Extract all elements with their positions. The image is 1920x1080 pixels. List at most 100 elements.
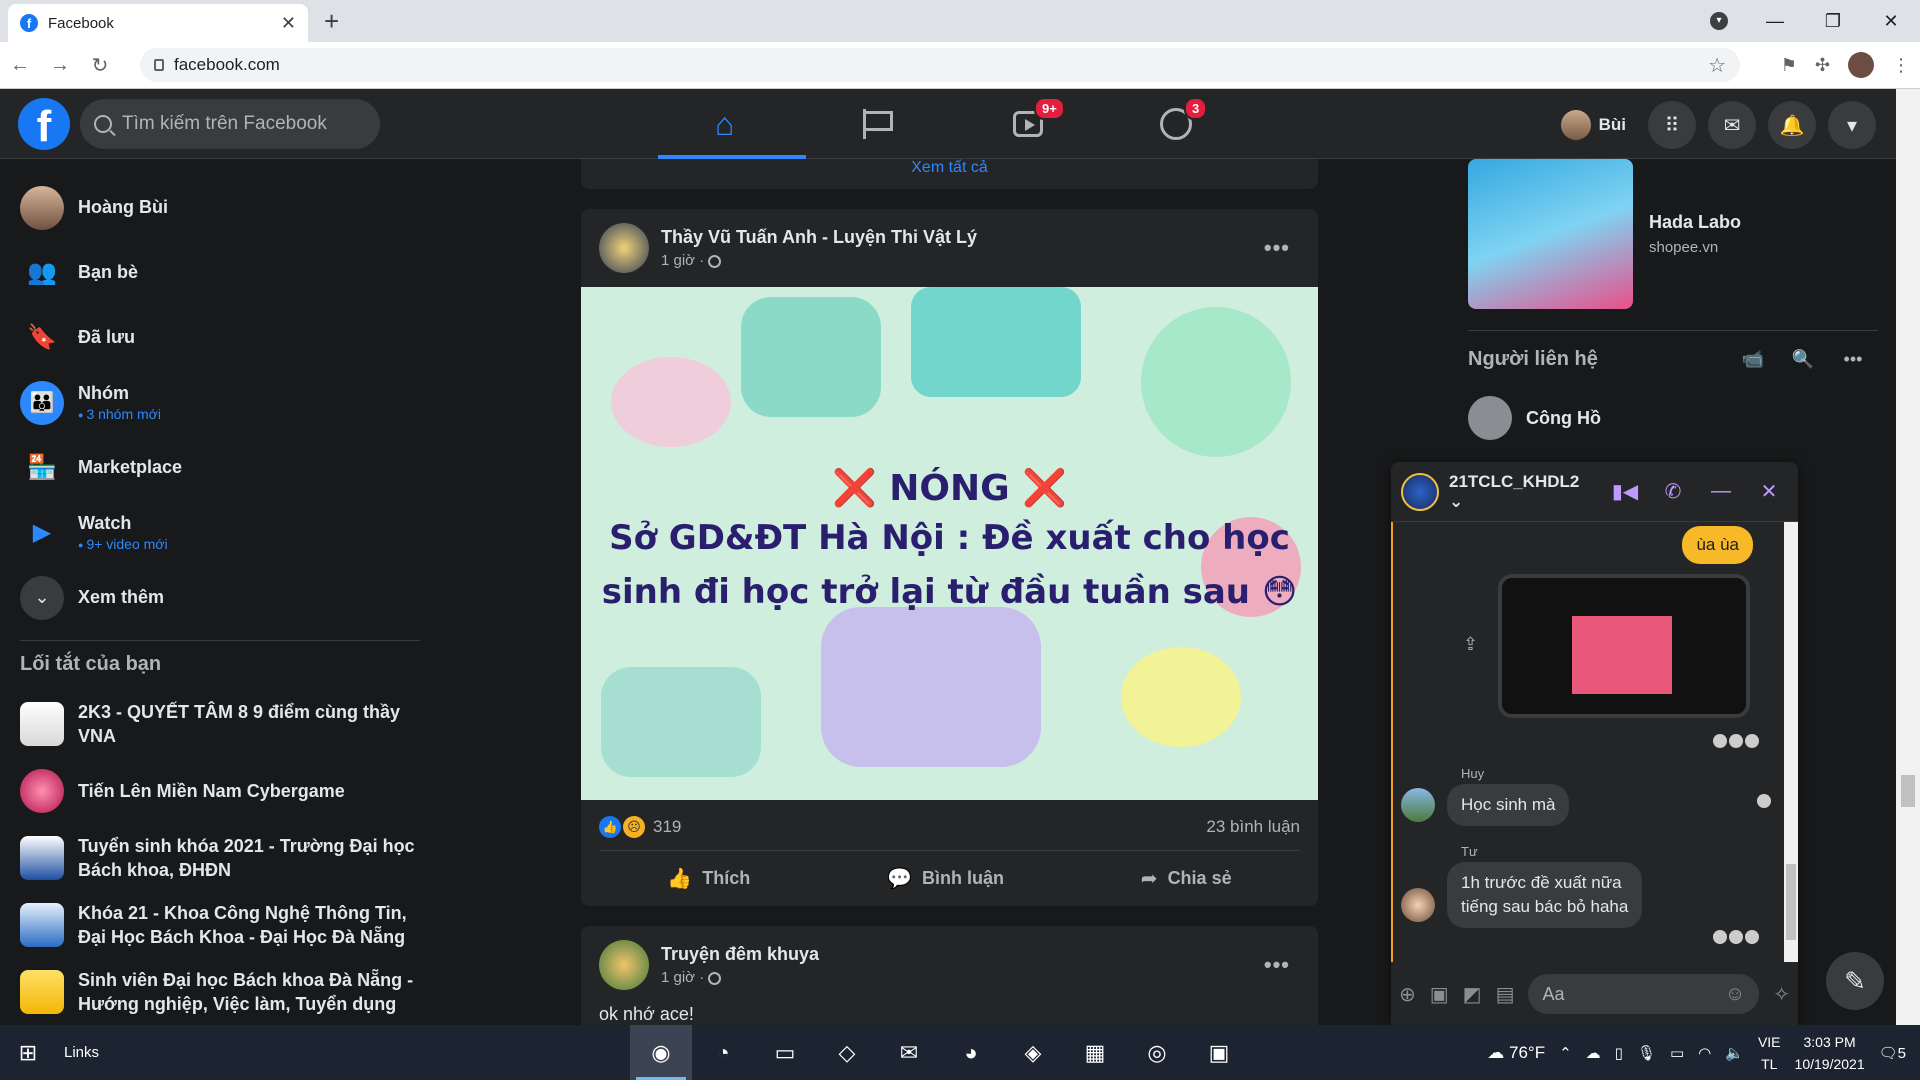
close-window-icon[interactable]: ✕ [1862,11,1920,32]
photo-icon[interactable]: ▣ [1430,982,1449,1007]
shortcut-item[interactable]: Sinh viên Đại học Bách khoa Đà Nẵng - Hư… [10,958,430,1025]
search-icon[interactable]: 🔍 [1778,349,1828,370]
message-bubble[interactable]: Học sinh mà [1447,784,1570,826]
profile-chip[interactable]: Bùi [1557,106,1636,144]
menu-grid-button[interactable]: ⠿ [1648,101,1696,149]
facebook-logo-icon[interactable]: f [18,98,70,151]
message-bubble[interactable]: 1h trước đề xuất nữa tiếng sau bác bỏ ha… [1447,862,1643,928]
notifications-button[interactable]: 🔔 [1768,101,1816,149]
language-indicator[interactable]: VIE TL [1758,1031,1781,1075]
thumbs-up-icon[interactable]: ✧ [1773,982,1790,1007]
minimize-icon[interactable]: — [1746,11,1804,32]
forward-icon[interactable]: → [40,54,80,77]
image-attachment[interactable] [1498,574,1750,718]
gif-icon[interactable]: ▤ [1496,982,1515,1007]
windows-start-icon[interactable]: ⊞ [0,1040,56,1066]
shortcut-item[interactable]: Khóa 21 - Khoa Công Nghệ Thông Tin, Đại … [10,891,430,958]
dropbox-icon[interactable]: ◈ [1002,1025,1064,1080]
links-toolbar[interactable]: Links [64,1044,184,1061]
search-input[interactable] [122,113,342,135]
chrome-profile-avatar[interactable] [1848,52,1874,78]
more-options-icon[interactable]: ••• [1264,952,1290,978]
video-call-icon[interactable]: 📹 [1728,349,1778,370]
share-icon[interactable]: ⇪ [1463,634,1478,655]
tab-pages[interactable] [806,89,954,159]
my-message-bubble[interactable]: ùa ùa [1682,526,1753,564]
comment-count[interactable]: 23 bình luận [1206,817,1300,837]
weather-widget[interactable]: ☁ 76°F [1487,1043,1545,1063]
shortcut-item[interactable]: Tiến Lên Miền Nam Cybergame [10,757,430,824]
video-call-icon[interactable]: ▮◀ [1606,479,1644,504]
browser-tab[interactable]: f Facebook ✕ [8,4,308,42]
close-tab-icon[interactable]: ✕ [281,13,296,34]
phone-icon[interactable]: ✆ [1654,479,1692,504]
chat-title[interactable]: 21TCLC_KHDL2 ⌄ [1449,472,1596,512]
account-menu-button[interactable]: ▾ [1828,101,1876,149]
add-icon[interactable]: ⊕ [1399,982,1416,1007]
close-icon[interactable]: ✕ [1750,479,1788,504]
battery-icon[interactable]: ▭ [1670,1044,1684,1062]
share-button[interactable]: ➦ Chia sẻ [1141,866,1232,891]
maximize-icon[interactable]: ❐ [1804,11,1862,32]
address-bar[interactable]: facebook.com ☆ [140,48,1740,82]
post-time[interactable]: 1 giờ · [661,252,977,269]
app-icon[interactable]: ▦ [1064,1025,1126,1080]
zalo-icon[interactable]: ◎ [1126,1025,1188,1080]
edge-icon[interactable]: ◔ [692,1025,754,1080]
tab-home[interactable]: ⌂ [658,89,806,159]
emoji-icon[interactable]: ☺ [1725,983,1745,1006]
volume-icon[interactable]: 🔈 [1725,1044,1744,1062]
message-input[interactable] [1542,983,1663,1005]
device-icon[interactable]: ▯ [1615,1044,1623,1062]
chrome-menu-icon[interactable]: ⋮ [1892,55,1910,76]
avatar[interactable] [599,940,649,990]
sidebar-item-marketplace[interactable]: 🏪 Marketplace [10,435,430,500]
mail-icon[interactable]: ✉ [878,1025,940,1080]
tab-search-icon[interactable]: ▾ [1710,12,1728,30]
contact-item[interactable]: Công Hồ [1468,396,1601,440]
sidebar-item-groups[interactable]: 👪 Nhóm 3 nhóm mới [10,370,430,435]
see-all-link[interactable]: Xem tất cả [911,159,987,176]
more-options-icon[interactable]: ••• [1828,349,1878,370]
new-tab-button[interactable]: + [324,8,339,34]
tab-groups[interactable]: 3 [1102,89,1250,159]
vscode-icon[interactable]: ◇ [816,1025,878,1080]
sidebar-item-saved[interactable]: 🔖 Đã lưu [10,305,430,370]
back-icon[interactable]: ← [0,54,40,77]
more-options-icon[interactable]: ••• [1264,235,1290,261]
messenger-button[interactable]: ✉ [1708,101,1756,149]
notification-center-icon[interactable]: 🗨5 [1879,1044,1906,1062]
microphone-icon[interactable]: 🎙 [1637,1044,1656,1062]
minimize-icon[interactable]: — [1702,480,1740,503]
chrome-icon[interactable]: ◉ [630,1025,692,1080]
sticker-icon[interactable]: ◩ [1463,982,1482,1007]
onedrive-icon[interactable]: ☁ [1586,1044,1601,1062]
firefox-icon[interactable]: ◕ [940,1025,1002,1080]
url-text[interactable]: facebook.com [174,55,1698,75]
chevron-up-icon[interactable]: ⌃ [1559,1044,1572,1062]
teams-icon[interactable]: ▣ [1188,1025,1250,1080]
sidebar-item-see-more[interactable]: ⌄ Xem thêm [10,565,430,630]
avatar[interactable] [1401,472,1439,511]
tab-watch[interactable]: 9+ [954,89,1102,159]
wifi-icon[interactable]: ◠ [1698,1044,1711,1062]
chat-scrollbar[interactable] [1784,522,1798,962]
bookmark-star-icon[interactable]: ☆ [1708,53,1726,78]
post-author[interactable]: Thầy Vũ Tuấn Anh - Luyện Thi Vật Lý [661,227,977,248]
scrollbar-thumb[interactable] [1901,775,1915,807]
scrollbar-thumb[interactable] [1786,864,1796,940]
reload-icon[interactable]: ↻ [80,53,120,78]
sidebar-item-profile[interactable]: Hoàng Bùi [10,175,430,240]
page-scrollbar[interactable] [1896,89,1920,1025]
avatar[interactable] [599,223,649,273]
post-author[interactable]: Truyện đêm khuya [661,944,819,965]
sidebar-item-watch[interactable]: ▶ Watch 9+ video mới [10,500,430,565]
message-field[interactable]: ☺ [1528,974,1760,1014]
comment-button[interactable]: 💬 Bình luận [887,866,1004,891]
shortcut-item[interactable]: 2K3 - QUYẾT TÂM 8 9 điểm cùng thầy VNA [10,690,430,757]
sponsored-ad[interactable]: Hada Labo shopee.vn [1468,159,1741,309]
post-time[interactable]: 1 giờ · [661,969,819,986]
avatar[interactable] [1401,788,1435,822]
like-button[interactable]: 👍 Thích [667,866,750,891]
post-image[interactable]: ❌ NÓNG ❌ Sở GD&ĐT Hà Nội : Đề xuất cho h… [581,287,1318,800]
